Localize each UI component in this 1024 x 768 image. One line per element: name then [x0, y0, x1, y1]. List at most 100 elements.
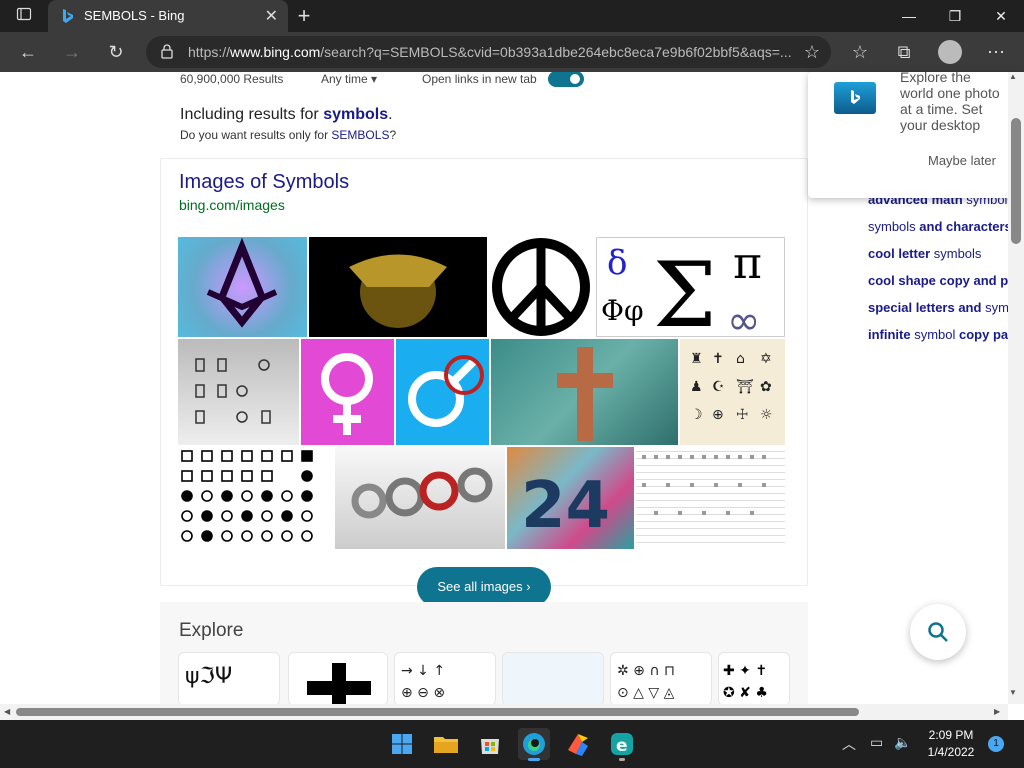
app-icon[interactable] — [562, 728, 594, 760]
image-thumbnail[interactable] — [636, 447, 785, 549]
notification-badge[interactable]: 1 — [988, 736, 1004, 752]
start-icon[interactable] — [386, 728, 418, 760]
vertical-scroll-thumb[interactable] — [1011, 118, 1021, 244]
close-tab-icon[interactable]: ✕ — [265, 6, 278, 26]
related-search-link[interactable]: infinite symbol copy paste — [868, 327, 1008, 342]
see-all-images-button[interactable]: See all images › — [417, 567, 551, 607]
including-results: Including results for symbols. — [180, 106, 393, 123]
file-explorer-icon[interactable] — [430, 728, 462, 760]
svg-text:✝: ✝ — [712, 351, 724, 367]
image-thumbnail[interactable] — [178, 447, 333, 549]
new-tab-icon[interactable]: + — [292, 4, 316, 28]
svg-text:✲ ⊕ ∩ ⊓: ✲ ⊕ ∩ ⊓ — [617, 663, 675, 679]
bing-favicon-icon — [63, 9, 73, 23]
results-count: 60,900,000 Results — [180, 72, 284, 86]
explore-tile[interactable] — [288, 652, 388, 704]
svg-text:Φφ: Φφ — [601, 294, 644, 327]
open-links-label: Open links in new tab — [422, 72, 537, 86]
scroll-right-icon[interactable]: ▶ — [994, 707, 1000, 716]
image-thumbnail[interactable]: 24 — [507, 447, 634, 549]
add-favorite-icon[interactable]: ☆ — [800, 40, 824, 64]
popup-text: Explore the world one photo at a time. S… — [900, 69, 1000, 133]
svg-text:☽: ☽ — [690, 407, 703, 423]
svg-text:♟: ♟ — [690, 379, 703, 395]
vertical-scrollbar[interactable]: ▲ ▼ — [1008, 72, 1024, 704]
image-thumbnail[interactable] — [301, 339, 394, 445]
image-thumbnail[interactable] — [396, 339, 489, 445]
sembols-link[interactable]: SEMBOLS — [331, 128, 389, 142]
collections-icon[interactable]: ⧉ — [892, 40, 916, 64]
volume-icon[interactable]: 🔈 — [894, 734, 911, 751]
svg-text:ψℑΨ: ψℑΨ — [185, 664, 232, 689]
images-title-link[interactable]: Images of Symbols — [179, 171, 349, 194]
svg-text:☩: ☩ — [736, 407, 749, 423]
svg-text:✪ ✘ ♣: ✪ ✘ ♣ — [723, 685, 768, 701]
network-icon[interactable]: ▭ — [870, 734, 883, 751]
time-filter-dropdown[interactable]: Any time ▾ — [321, 72, 377, 86]
open-links-toggle[interactable] — [548, 72, 584, 87]
browser-toolbar: ← → ↻ https://www.bing.com/search?q=SEMB… — [0, 32, 1024, 72]
svg-text:δ: δ — [607, 243, 627, 283]
related-search-link[interactable]: special letters and symbols — [868, 300, 1008, 315]
scroll-left-icon[interactable]: ◀ — [4, 707, 10, 716]
image-thumbnail[interactable] — [309, 237, 487, 337]
maybe-later-button[interactable]: Maybe later — [928, 153, 996, 168]
svg-text:Σ: Σ — [653, 243, 717, 337]
image-thumbnail[interactable] — [178, 339, 299, 445]
refresh-icon[interactable]: ↻ — [104, 40, 128, 64]
svg-text:π: π — [733, 238, 762, 289]
svg-text:⛩: ⛩ — [736, 379, 754, 395]
svg-text:✚ ✦ ✝: ✚ ✦ ✝ — [723, 663, 767, 679]
taskbar: e ︿ ▭ 🔈 2:09 PM 1/4/2022 1 — [0, 720, 1024, 768]
edge-app-icon[interactable]: e — [606, 728, 638, 761]
address-bar[interactable]: https://www.bing.com/search?q=SEMBOLS&cv… — [146, 36, 831, 68]
store-icon[interactable] — [474, 728, 506, 760]
edge-icon[interactable] — [518, 728, 550, 761]
floating-search-button[interactable] — [910, 604, 966, 660]
horizontal-scrollbar[interactable]: ◀ ▶ — [0, 704, 1008, 720]
related-search-link[interactable]: cool shape copy and paste — [868, 273, 1008, 288]
show-hidden-icons-icon[interactable]: ︿ — [842, 734, 856, 754]
back-icon[interactable]: ← — [16, 40, 40, 64]
image-thumbnail[interactable] — [491, 339, 678, 445]
explore-tile[interactable]: ✲ ⊕ ∩ ⊓ ⊙ △ ▽ ◬ — [610, 652, 712, 704]
image-thumbnail[interactable]: δ Φφ Σπ ∞ — [596, 237, 785, 337]
scroll-up-icon[interactable]: ▲ — [1009, 72, 1017, 81]
svg-text:☪: ☪ — [712, 379, 725, 395]
svg-text:♜: ♜ — [690, 351, 703, 367]
symbols-link[interactable]: symbols — [323, 106, 388, 123]
svg-text:24: 24 — [521, 469, 610, 543]
taskbar-clock[interactable]: 2:09 PM 1/4/2022 — [926, 728, 976, 759]
svg-text:∞: ∞ — [727, 298, 760, 337]
svg-text:⊕: ⊕ — [712, 407, 724, 423]
image-thumbnail[interactable]: ♜ ✝ ⌂ ✡ ♟ ☪ ⛩ ✿ ☽ ⊕ ☩ ☼ — [680, 339, 785, 445]
explore-tile[interactable]: → ↓ ↑ ⊕ ⊖ ⊗ — [394, 652, 496, 704]
tab-title: SEMBOLS - Bing — [84, 8, 185, 23]
minimize-icon[interactable]: — — [886, 0, 932, 32]
lock-icon — [161, 44, 173, 59]
search-icon — [928, 622, 948, 642]
tab-actions-icon[interactable] — [12, 4, 36, 28]
image-thumbnail[interactable] — [178, 237, 307, 337]
scroll-down-icon[interactable]: ▼ — [1009, 688, 1017, 697]
favorites-icon[interactable]: ☆ — [848, 40, 872, 64]
image-thumbnail[interactable] — [335, 447, 505, 549]
svg-text:e: e — [616, 736, 628, 756]
bing-wallpaper-popup: Explore the world one photo at a time. S… — [808, 69, 1024, 198]
browser-tab[interactable]: SEMBOLS - Bing ✕ — [48, 0, 288, 32]
svg-text:⌂: ⌂ — [736, 351, 745, 367]
explore-tile[interactable]: ψℑΨ — [178, 652, 280, 704]
explore-tile[interactable] — [502, 652, 604, 704]
related-search-link[interactable]: symbols and characters — [868, 219, 1008, 234]
close-window-icon[interactable]: ✕ — [978, 0, 1024, 32]
image-thumbnail[interactable] — [489, 237, 594, 337]
svg-text:⊕ ⊖ ⊗: ⊕ ⊖ ⊗ — [401, 685, 445, 701]
svg-text:✡: ✡ — [760, 351, 772, 367]
restore-icon[interactable]: ❐ — [932, 0, 978, 32]
horizontal-scroll-thumb[interactable] — [16, 708, 859, 716]
profile-avatar[interactable] — [938, 40, 962, 64]
forward-icon[interactable]: → — [60, 40, 84, 64]
related-search-link[interactable]: cool letter symbols — [868, 246, 1008, 261]
explore-tile[interactable]: ✚ ✦ ✝ ✪ ✘ ♣ — [718, 652, 790, 704]
more-options-icon[interactable]: ⋯ — [984, 40, 1008, 64]
